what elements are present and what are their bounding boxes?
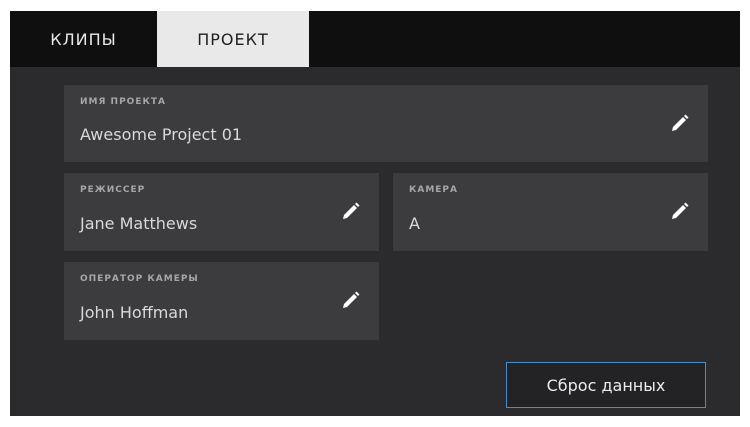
director-field[interactable]: РЕЖИССЕР Jane Matthews: [64, 173, 379, 251]
camera-label: КАМЕРА: [409, 185, 458, 195]
camera-value: A: [409, 214, 420, 233]
tab-project[interactable]: ПРОЕКТ: [157, 11, 309, 67]
project-settings-screen: КЛИПЫ ПРОЕКТ ИМЯ ПРОЕКТА Awesome Project…: [10, 11, 740, 416]
pencil-icon[interactable]: [339, 201, 361, 223]
pencil-icon[interactable]: [668, 201, 690, 223]
tab-clips[interactable]: КЛИПЫ: [10, 11, 157, 67]
project-name-label: ИМЯ ПРОЕКТА: [80, 97, 166, 107]
camera-operator-label: ОПЕРАТОР КАМЕРЫ: [80, 274, 199, 284]
camera-operator-value: John Hoffman: [80, 303, 189, 322]
project-name-value: Awesome Project 01: [80, 125, 243, 144]
camera-field[interactable]: КАМЕРА A: [393, 173, 708, 251]
camera-operator-field[interactable]: ОПЕРАТОР КАМЕРЫ John Hoffman: [64, 262, 379, 340]
reset-data-button[interactable]: Сброс данных: [506, 362, 706, 408]
pencil-icon[interactable]: [339, 290, 361, 312]
project-name-field[interactable]: ИМЯ ПРОЕКТА Awesome Project 01: [64, 85, 708, 162]
director-label: РЕЖИССЕР: [80, 185, 146, 195]
director-value: Jane Matthews: [80, 214, 198, 233]
tab-bar: КЛИПЫ ПРОЕКТ: [10, 11, 740, 67]
pencil-icon[interactable]: [668, 113, 690, 135]
